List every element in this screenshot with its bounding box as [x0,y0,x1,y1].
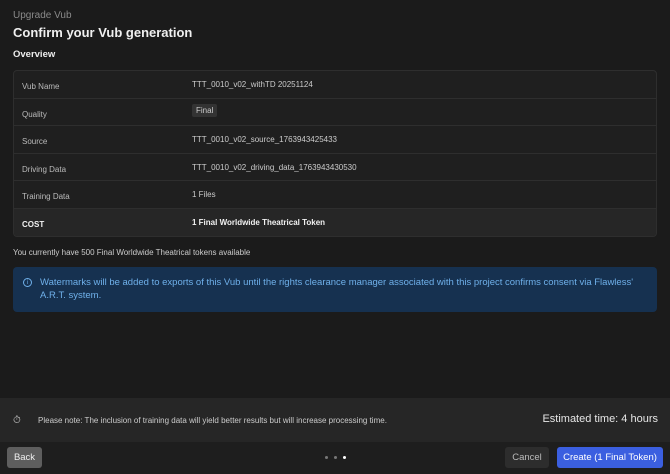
row-value: TTT_0010_v02_source_1763943425433 [192,135,338,145]
step-indicator [325,456,346,459]
row-label: Driving Data [22,164,67,174]
row-value: TTT_0010_v02_withTD 20251124 [192,80,313,89]
info-text: Watermarks will be added to exports of t… [40,277,634,301]
breadcrumb: Upgrade Vub [13,10,72,21]
row-value: 1 Final Worldwide Theatrical Token [192,217,326,227]
watermark-info-banner: i Watermarks will be added to exports of… [13,267,657,312]
row-label: Quality [22,109,47,119]
step-dot [334,456,337,459]
back-button[interactable]: Back [7,447,42,468]
row-value: 1 Files [192,190,216,200]
estimated-time: Estimated time: 4 hours [542,413,658,425]
table-row: Vub Name TTT_0010_v02_withTD 20251124 [14,71,656,99]
stopwatch-icon: ⏱ [13,415,21,426]
row-label: Vub Name [22,82,60,91]
table-row: Driving Data TTT_0010_v02_driving_data_17… [14,154,656,182]
note-text: Please note: The inclusion of training d… [38,416,387,425]
processing-note-bar: ⏱ Please note: The inclusion of training… [0,398,670,442]
step-dot [325,456,328,459]
row-label: Training Data [22,192,70,202]
cancel-button[interactable]: Cancel [505,447,549,468]
tokens-available-text: You currently have 500 Final Worldwide T… [13,248,251,257]
row-label: COST [22,219,45,229]
footer: Back Cancel Create (1 Final Token) [0,442,670,474]
quality-badge: Final [192,103,218,117]
cost-row: COST 1 Final Worldwide Theatrical Token [14,208,656,236]
row-value: TTT_0010_v02_driving_data_1763943430530 [192,162,357,172]
row-label: Source [22,137,48,147]
table-row: Training Data 1 Files [14,181,656,209]
page-title: Confirm your Vub generation [13,25,193,40]
table-row: Quality Final [14,99,656,127]
table-row: Source TTT_0010_v02_source_1763943425433 [14,126,656,154]
overview-table: Vub Name TTT_0010_v02_withTD 20251124 Qua… [13,70,657,237]
create-button[interactable]: Create (1 Final Token) [557,447,663,468]
step-dot-active [343,456,346,459]
section-title: Overview [13,49,56,60]
info-icon: i [23,278,32,287]
